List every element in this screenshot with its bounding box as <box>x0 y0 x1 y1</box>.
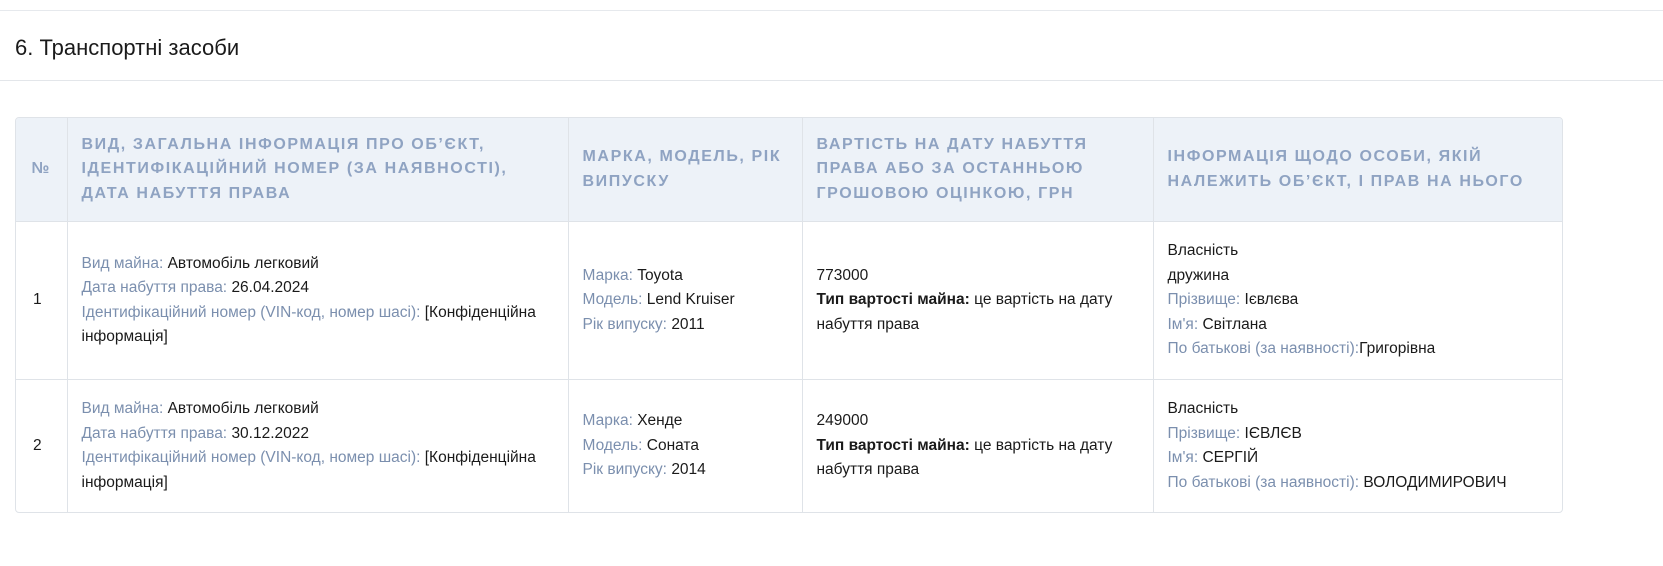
surname-label: Прізвище: <box>1167 291 1241 309</box>
header-row: № Вид, загальна інформація про об’єкт, і… <box>16 118 1562 222</box>
vehicles-table: № Вид, загальна інформація про об’єкт, і… <box>16 118 1562 512</box>
brand-value: Хенде <box>637 412 683 430</box>
model-value: Lend Kruiser <box>646 291 735 309</box>
model-label: Модель: <box>582 291 643 309</box>
table-body: 1 Вид майна: Автомобіль легковий Дата на… <box>16 221 1562 513</box>
property-type-value: Автомобіль легковий <box>167 400 319 417</box>
model-line: Модель: Lend Kruiser <box>583 288 788 313</box>
table-row: 1 Вид майна: Автомобіль легковий Дата на… <box>16 221 1562 380</box>
section-header: 6. Транспортні засоби <box>0 11 1663 81</box>
cost-value: 773000 <box>816 266 869 284</box>
year-line: Рік випуску: 2011 <box>583 313 788 338</box>
surname-value: Ієвлєва <box>1244 291 1299 309</box>
header-general-info: Вид, загальна інформація про об’єкт, іде… <box>67 118 569 222</box>
patronymic-label: По батькові (за наявності): <box>1167 340 1360 358</box>
owner-right: Власність <box>1167 400 1239 417</box>
vin-line: Ідентифікаційний номер (VIN-код, номер ш… <box>82 446 554 495</box>
property-type-line: Вид майна: Автомобіль легковий <box>82 252 554 277</box>
brand-label: Марка: <box>582 412 633 430</box>
brand-model-cell: Марка: Toyota Модель: Lend Kruiser Рік в… <box>568 221 803 380</box>
acquisition-date-label: Дата набуття права: <box>81 279 228 296</box>
vin-line: Ідентифікаційний номер (VIN-код, номер ш… <box>82 301 554 350</box>
year-label: Рік випуску: <box>582 315 668 333</box>
model-label: Модель: <box>582 436 643 454</box>
year-value: 2014 <box>671 461 706 479</box>
row-number: 2 <box>16 379 68 512</box>
year-label: Рік випуску: <box>582 461 668 479</box>
surname-label: Прізвище: <box>1167 424 1241 442</box>
property-type-label: Вид майна: <box>81 254 164 272</box>
patronymic-value: Григорівна <box>1359 340 1436 358</box>
acquisition-date-value: 30.12.2022 <box>231 424 310 442</box>
row-number: 1 <box>16 221 68 380</box>
property-type-label: Вид майна: <box>81 400 164 417</box>
name-value: СЕРГІЙ <box>1202 449 1259 466</box>
cost-type-label: Тип вартості майна: <box>816 436 970 454</box>
patronymic-label: По батькові (за наявності): <box>1167 473 1360 491</box>
cost-cell: 249000 Тип вартості майна: це вартість н… <box>802 379 1154 512</box>
general-info-cell: Вид майна: Автомобіль легковий Дата набу… <box>67 221 569 380</box>
vin-label: Ідентифікаційний номер (VIN-код, номер ш… <box>81 449 421 466</box>
property-type-line: Вид майна: Автомобіль легковий <box>82 397 554 422</box>
table-header: № Вид, загальна інформація про об’єкт, і… <box>16 118 1562 222</box>
vin-label: Ідентифікаційний номер (VIN-код, номер ш… <box>81 303 421 321</box>
surname-value: ІЄВЛЄВ <box>1244 424 1302 442</box>
header-cost: Вартість на дату набуття права або за ос… <box>802 118 1154 222</box>
year-line: Рік випуску: 2014 <box>583 458 788 483</box>
header-number: № <box>16 118 68 222</box>
owner-cell: Власність дружина Прізвище: Ієвлєва Ім'я… <box>1153 221 1562 380</box>
patronymic-line: По батькові (за наявності):Григорівна <box>1168 337 1549 362</box>
header-brand-model-year: Марка, модель, рік випуску <box>568 118 803 222</box>
year-value: 2011 <box>671 315 705 333</box>
model-value: Соната <box>646 436 699 454</box>
patronymic-line: По батькові (за наявності): ВОЛОДИМИРОВИ… <box>1168 471 1549 496</box>
header-owner-info: Інформація щодо особи, якій належить об’… <box>1153 118 1562 222</box>
surname-line: Прізвище: ІЄВЛЄВ <box>1168 422 1549 447</box>
acquisition-date-label: Дата набуття права: <box>81 424 228 442</box>
name-label: Ім'я: <box>1167 449 1199 466</box>
cost-type-line: Тип вартості майна: це вартість на дату … <box>817 434 1139 483</box>
surname-line: Прізвище: Ієвлєва <box>1168 288 1549 313</box>
name-line: Ім'я: Світлана <box>1168 313 1549 338</box>
patronymic-value: ВОЛОДИМИРОВИЧ <box>1363 473 1507 491</box>
brand-label: Марка: <box>582 266 633 284</box>
owner-right: Власність <box>1167 242 1239 260</box>
property-type-value: Автомобіль легковий <box>167 254 319 272</box>
cost-cell: 773000 Тип вартості майна: це вартість н… <box>802 221 1154 380</box>
acquisition-date-line: Дата набуття права: 30.12.2022 <box>82 422 554 447</box>
general-info-cell: Вид майна: Автомобіль легковий Дата набу… <box>67 379 569 512</box>
brand-value: Toyota <box>637 266 683 284</box>
model-line: Модель: Соната <box>583 434 788 459</box>
brand-model-cell: Марка: Хенде Модель: Соната Рік випуску:… <box>568 379 803 512</box>
cost-type-line: Тип вартості майна: це вартість на дату … <box>817 288 1139 337</box>
acquisition-date-line: Дата набуття права: 26.04.2024 <box>82 276 554 301</box>
table-row: 2 Вид майна: Автомобіль легковий Дата на… <box>16 379 1562 513</box>
section-title: 6. Транспортні засоби <box>15 35 240 60</box>
brand-line: Марка: Хенде <box>583 409 788 434</box>
cost-value: 249000 <box>816 412 869 430</box>
name-line: Ім'я: СЕРГІЙ <box>1168 446 1549 471</box>
vehicles-table-container: № Вид, загальна інформація про об’єкт, і… <box>15 117 1563 513</box>
owner-cell: Власність Прізвище: ІЄВЛЄВ Ім'я: СЕРГІЙ … <box>1153 380 1562 513</box>
brand-line: Марка: Toyota <box>583 264 788 289</box>
name-label: Ім'я: <box>1167 315 1199 333</box>
name-value: Світлана <box>1202 315 1267 333</box>
cost-type-label: Тип вартості майна: <box>816 291 970 309</box>
owner-relation: дружина <box>1167 266 1230 284</box>
acquisition-date-value: 26.04.2024 <box>231 279 310 296</box>
